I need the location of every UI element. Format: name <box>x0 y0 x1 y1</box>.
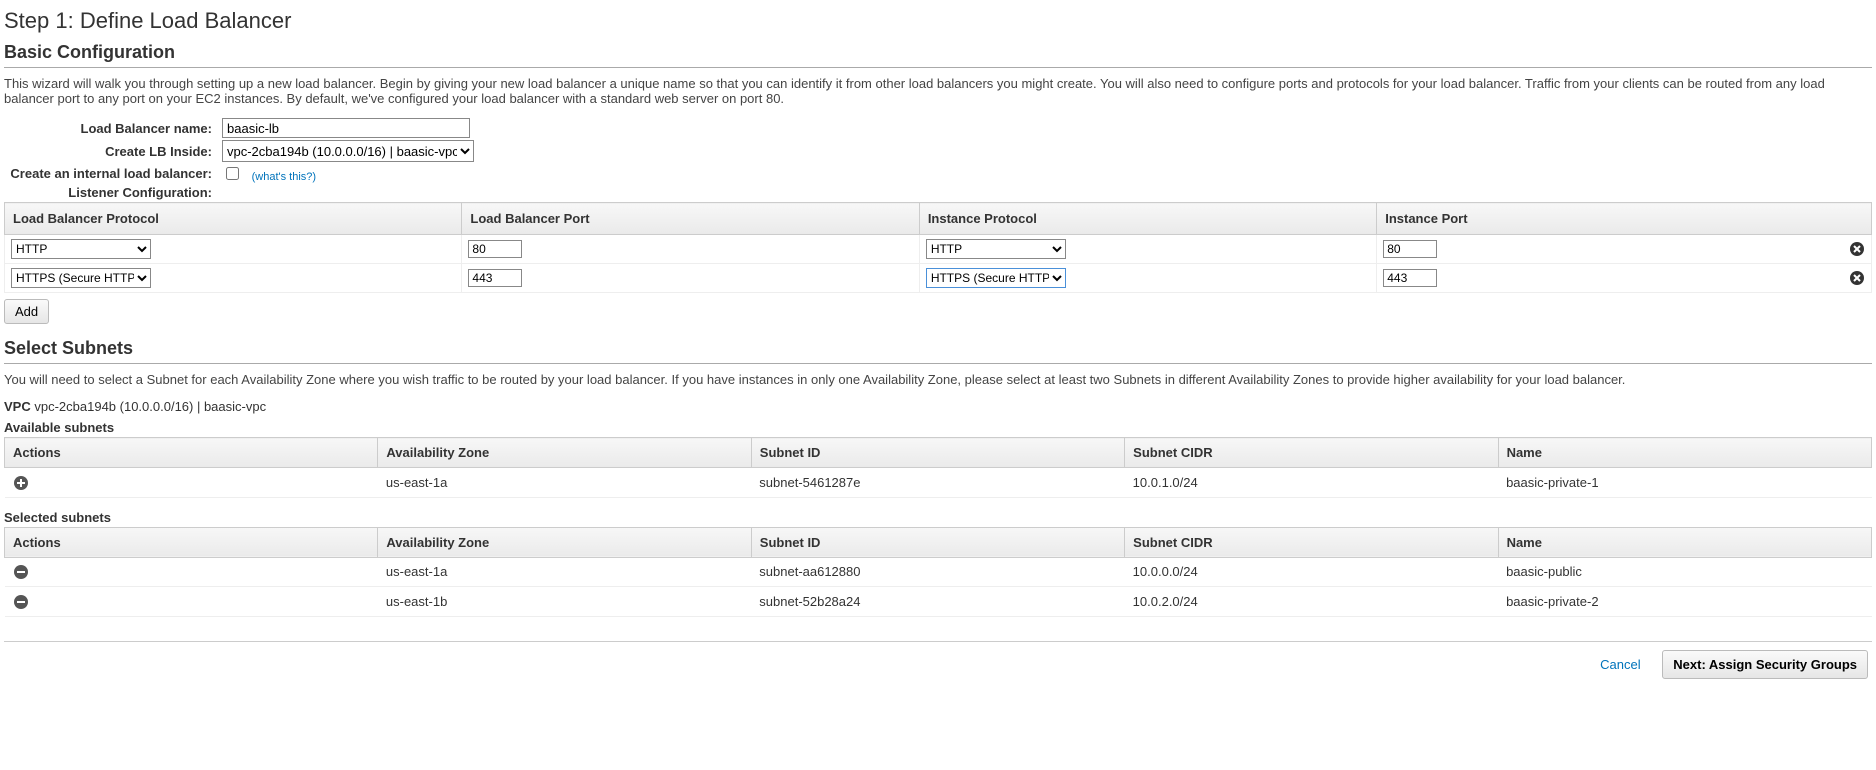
az-cell: us-east-1b <box>378 587 751 617</box>
remove-subnet-icon[interactable] <box>13 564 29 580</box>
selected-subnets-table: Actions Availability Zone Subnet ID Subn… <box>4 527 1872 617</box>
col-cidr: Subnet CIDR <box>1125 438 1498 468</box>
name-cell: baasic-public <box>1498 557 1871 587</box>
subnet-id-cell: subnet-52b28a24 <box>751 587 1124 617</box>
col-az: Availability Zone <box>378 438 751 468</box>
name-cell: baasic-private-1 <box>1498 468 1871 498</box>
col-name: Name <box>1498 438 1871 468</box>
remove-listener-icon[interactable] <box>1849 270 1865 286</box>
select-subnets-heading: Select Subnets <box>4 338 1872 359</box>
name-cell: baasic-private-2 <box>1498 587 1871 617</box>
divider <box>4 363 1872 364</box>
table-row: us-east-1b subnet-52b28a24 10.0.2.0/24 b… <box>5 587 1872 617</box>
create-lb-inside-select[interactable]: vpc-2cba194b (10.0.0.0/16) | baasic-vpc <box>222 140 474 162</box>
instance-protocol-select[interactable]: HTTPS (Secure HTTP) <box>926 268 1066 288</box>
lb-protocol-select[interactable]: HTTP <box>11 239 151 259</box>
col-lb-protocol: Load Balancer Protocol <box>5 203 462 235</box>
col-name: Name <box>1498 527 1871 557</box>
available-subnets-table: Actions Availability Zone Subnet ID Subn… <box>4 437 1872 498</box>
az-cell: us-east-1a <box>378 557 751 587</box>
listener-row: HTTPS (Secure HTTP) HTTPS (Secure HTTP) <box>5 264 1872 293</box>
instance-port-input[interactable] <box>1383 269 1437 287</box>
table-row: us-east-1a subnet-aa612880 10.0.0.0/24 b… <box>5 557 1872 587</box>
cidr-cell: 10.0.2.0/24 <box>1125 587 1498 617</box>
col-instance-protocol: Instance Protocol <box>919 203 1376 235</box>
remove-listener-icon[interactable] <box>1849 241 1865 257</box>
col-actions: Actions <box>5 438 378 468</box>
col-subnet-id: Subnet ID <box>751 438 1124 468</box>
lb-port-input[interactable] <box>468 240 522 258</box>
col-instance-port: Instance Port <box>1377 203 1872 235</box>
subnet-id-cell: subnet-5461287e <box>751 468 1124 498</box>
remove-subnet-icon[interactable] <box>13 594 29 610</box>
subnet-id-cell: subnet-aa612880 <box>751 557 1124 587</box>
available-subnets-heading: Available subnets <box>4 420 1872 435</box>
selected-subnets-heading: Selected subnets <box>4 510 1872 525</box>
divider <box>4 67 1872 68</box>
table-row: us-east-1a subnet-5461287e 10.0.1.0/24 b… <box>5 468 1872 498</box>
lb-protocol-select[interactable]: HTTPS (Secure HTTP) <box>11 268 151 288</box>
col-cidr: Subnet CIDR <box>1125 527 1498 557</box>
lb-port-input[interactable] <box>468 269 522 287</box>
listener-table: Load Balancer Protocol Load Balancer Por… <box>4 202 1872 293</box>
select-subnets-description: You will need to select a Subnet for eac… <box>4 372 1872 387</box>
page-title: Step 1: Define Load Balancer <box>4 8 1872 34</box>
col-az: Availability Zone <box>378 527 751 557</box>
listener-row: HTTP HTTP <box>5 235 1872 264</box>
vpc-label: VPC <box>4 399 31 414</box>
internal-lb-checkbox[interactable] <box>226 167 239 180</box>
col-actions: Actions <box>5 527 378 557</box>
instance-port-input[interactable] <box>1383 240 1437 258</box>
whats-this-link[interactable]: (what's this?) <box>252 171 316 183</box>
listener-config-label: Listener Configuration: <box>4 185 222 200</box>
lb-name-input[interactable] <box>222 118 470 138</box>
instance-protocol-select[interactable]: HTTP <box>926 239 1066 259</box>
basic-config-heading: Basic Configuration <box>4 42 1872 63</box>
vpc-value: vpc-2cba194b (10.0.0.0/16) | baasic-vpc <box>34 399 266 414</box>
cidr-cell: 10.0.0.0/24 <box>1125 557 1498 587</box>
footer-bar: Cancel Next: Assign Security Groups <box>4 641 1872 679</box>
add-subnet-icon[interactable] <box>13 475 29 491</box>
az-cell: us-east-1a <box>378 468 751 498</box>
col-subnet-id: Subnet ID <box>751 527 1124 557</box>
internal-lb-label: Create an internal load balancer: <box>4 166 222 181</box>
create-lb-inside-label: Create LB Inside: <box>4 144 222 159</box>
cancel-button[interactable]: Cancel <box>1588 651 1652 678</box>
cidr-cell: 10.0.1.0/24 <box>1125 468 1498 498</box>
lb-name-label: Load Balancer name: <box>4 121 222 136</box>
col-lb-port: Load Balancer Port <box>462 203 919 235</box>
basic-config-description: This wizard will walk you through settin… <box>4 76 1872 106</box>
add-listener-button[interactable]: Add <box>4 299 49 324</box>
next-button[interactable]: Next: Assign Security Groups <box>1662 650 1868 679</box>
